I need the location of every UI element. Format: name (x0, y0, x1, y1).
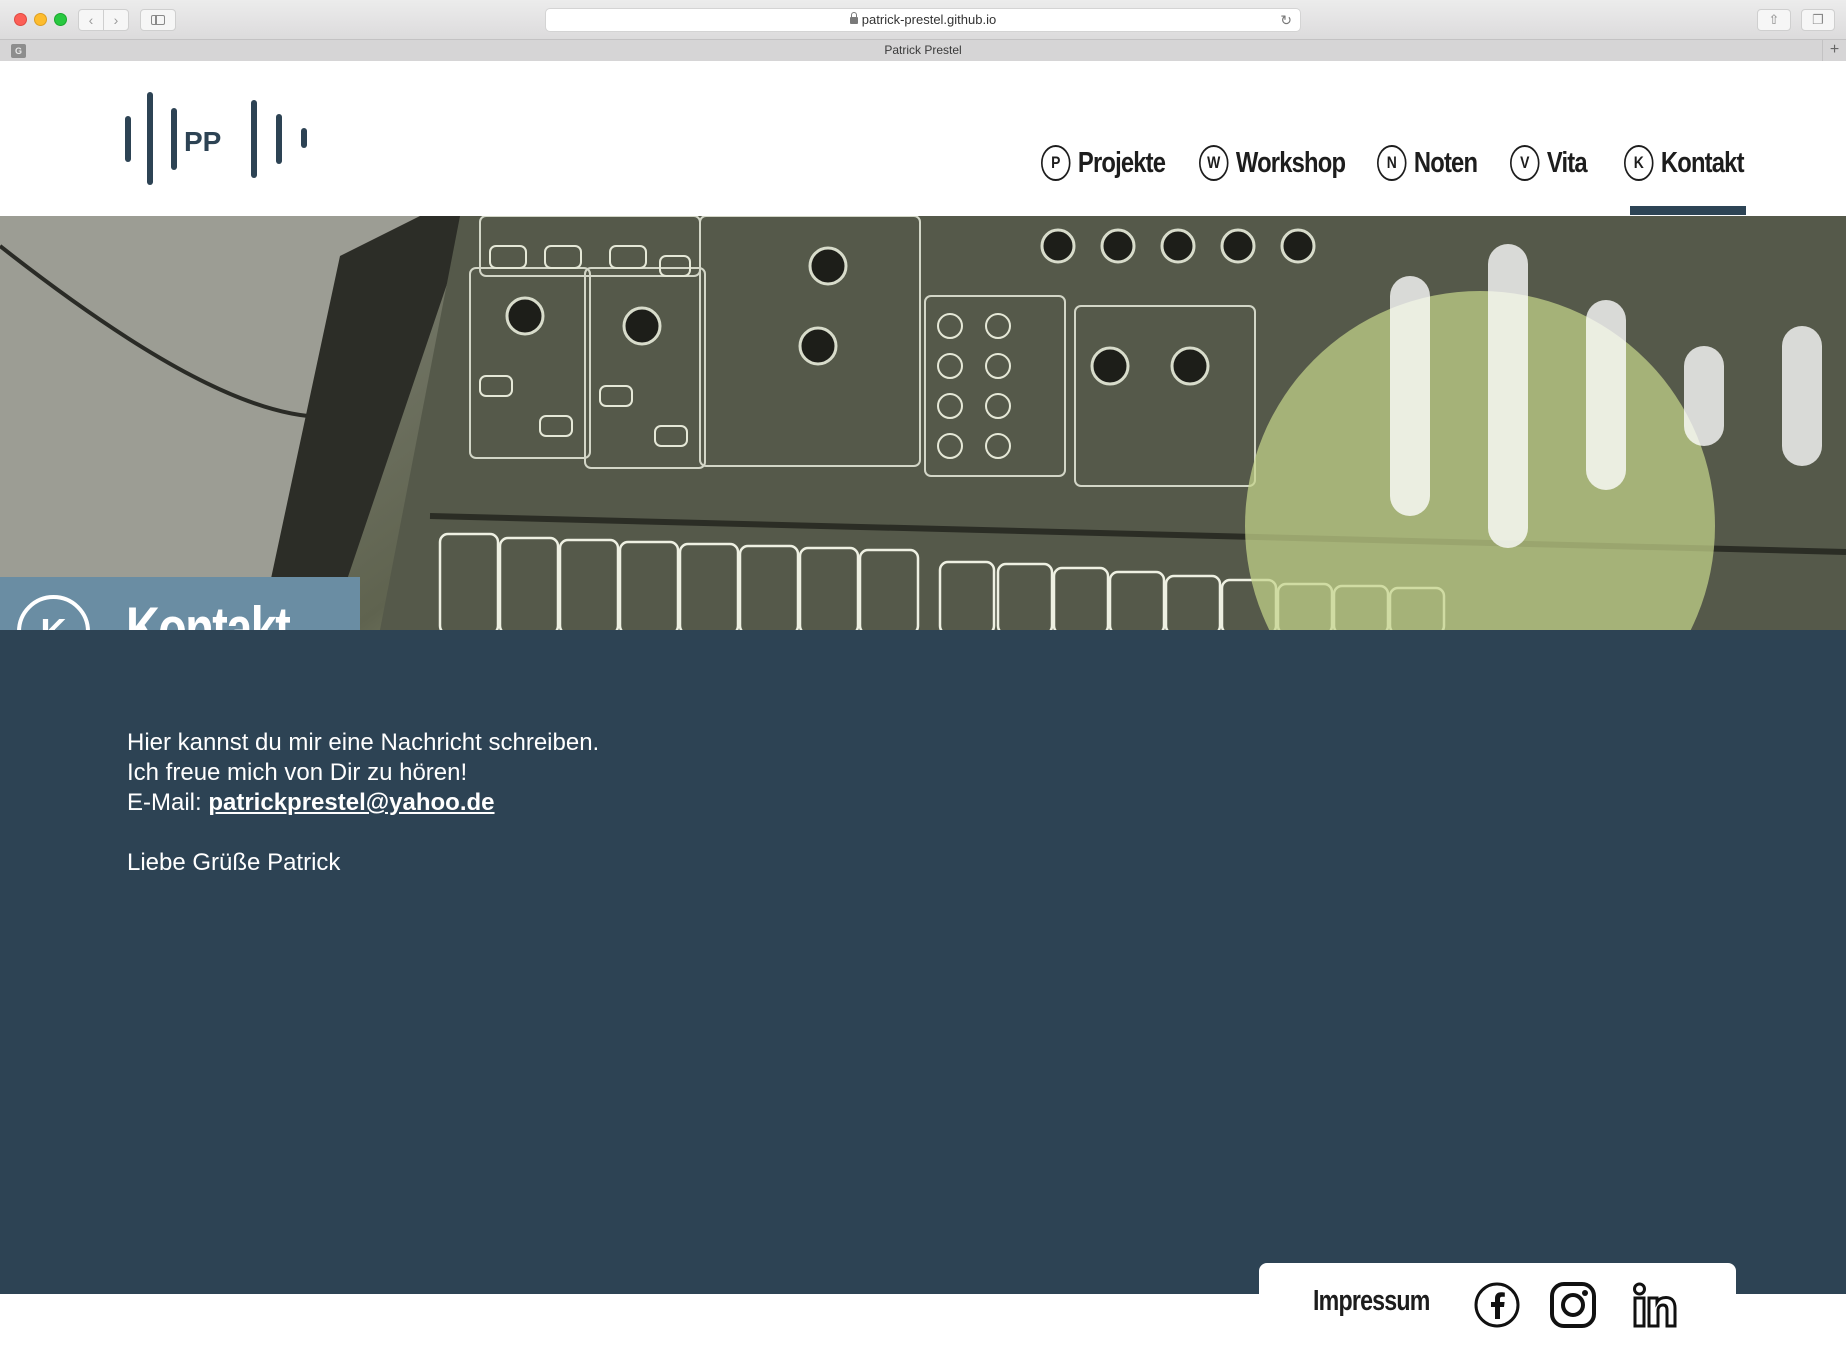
intro-line-2: Ich freue mich von Dir zu hören! (127, 759, 468, 786)
nav-badge-icon: K (1624, 145, 1654, 181)
hero-image (0, 216, 1846, 630)
impressum-link[interactable]: Impressum (1313, 1285, 1430, 1318)
intro-line-1: Hier kannst du mir eine Nachricht schrei… (127, 729, 600, 756)
nav-item-kontakt[interactable]: K Kontakt (1624, 143, 1745, 183)
nav-item-workshop[interactable]: W Workshop (1199, 143, 1346, 183)
nav-item-projekte[interactable]: P Projekte (1041, 143, 1166, 183)
browser-titlebar: ‹ › patrick-prestel.github.io ↻ ⇧ ❐ (0, 0, 1846, 39)
footer-card: Impressum (1259, 1263, 1736, 1347)
content-section: Hier kannst du mir eine Nachricht schrei… (0, 630, 1846, 1294)
nav-badge-icon: N (1377, 145, 1407, 181)
nav-badge-icon: V (1510, 145, 1540, 181)
email-link[interactable]: patrickprestel@yahoo.de (208, 789, 494, 816)
nav-label: Projekte (1077, 146, 1166, 179)
minimize-window-button[interactable] (34, 13, 47, 26)
address-bar[interactable]: patrick-prestel.github.io ↻ (545, 8, 1301, 32)
nav-label: Kontakt (1660, 146, 1745, 179)
logo[interactable]: PP (124, 91, 314, 186)
nav-item-noten[interactable]: N Noten (1377, 143, 1478, 183)
nav-active-indicator (1630, 206, 1746, 215)
new-tab-icon[interactable]: + (1822, 40, 1846, 61)
nav-label: Noten (1413, 146, 1478, 179)
tab-title[interactable]: Patrick Prestel (0, 43, 1846, 57)
nav-badge-icon: W (1199, 145, 1229, 181)
url-text: patrick-prestel.github.io (861, 12, 997, 27)
reload-icon[interactable]: ↻ (1280, 9, 1292, 31)
nav-badge-icon: P (1041, 145, 1071, 181)
tab-bar: G Patrick Prestel + (0, 39, 1846, 61)
email-label: E-Mail: (127, 789, 209, 816)
nav-item-vita[interactable]: V Vita (1510, 143, 1588, 183)
zoom-window-button[interactable] (54, 13, 67, 26)
email-line: E-Mail: patrickprestel@yahoo.de (127, 788, 495, 818)
tabs-icon[interactable]: ❐ (1801, 9, 1835, 31)
sidebar-icon[interactable] (140, 9, 176, 31)
back-icon[interactable]: ‹ (78, 9, 104, 31)
main-nav: P Projekte W Workshop N Noten V Vita K K… (1030, 61, 1810, 216)
nav-label: Vita (1546, 146, 1588, 179)
mixing-console-photo (0, 216, 1846, 630)
site-header: PP P Projekte W Workshop N Noten V Vita … (0, 61, 1846, 216)
instagram-icon[interactable] (1549, 1281, 1597, 1329)
forward-icon[interactable]: › (103, 9, 129, 31)
closing-line: Liebe Grüße Patrick (127, 849, 341, 876)
nav-label: Workshop (1235, 146, 1346, 179)
share-icon[interactable]: ⇧ (1757, 9, 1791, 31)
logo-letters: PP (184, 126, 221, 157)
close-window-button[interactable] (14, 13, 27, 26)
browser-chrome: ‹ › patrick-prestel.github.io ↻ ⇧ ❐ G Pa… (0, 0, 1846, 61)
facebook-icon[interactable] (1473, 1281, 1521, 1329)
lock-icon (849, 12, 858, 24)
linkedin-icon[interactable] (1631, 1281, 1679, 1329)
